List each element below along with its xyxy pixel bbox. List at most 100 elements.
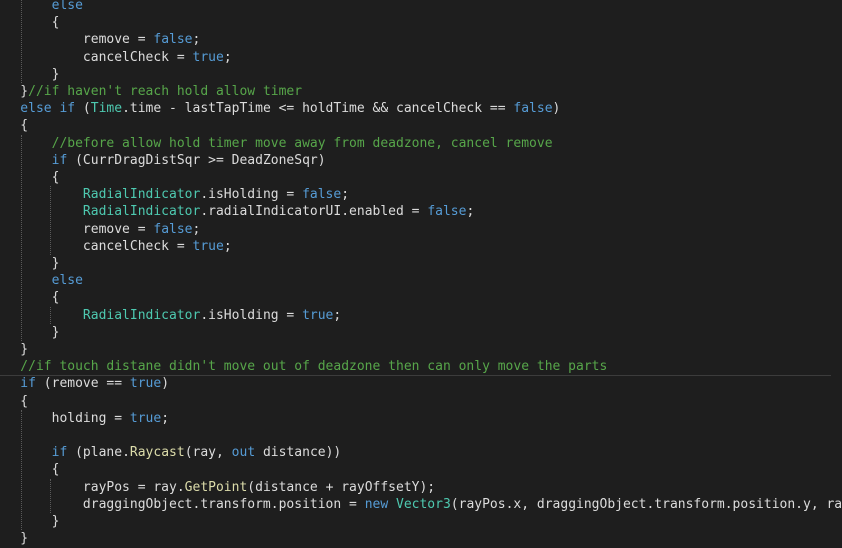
- code-token: if: [20, 376, 36, 392]
- code-token: (CurrDragDistSqr >= DeadZoneSqr): [67, 152, 326, 168]
- code-token: ;: [223, 49, 232, 65]
- code-line[interactable]: {: [0, 169, 831, 186]
- code-line[interactable]: rayPos = ray.GetPoint(distance + rayOffs…: [0, 479, 831, 496]
- code-token: else: [51, 273, 83, 289]
- indent-guide: [20, 409, 22, 531]
- code-token: }: [20, 531, 29, 547]
- code-token: Time: [90, 101, 123, 117]
- code-token: ;: [341, 187, 350, 203]
- code-token: RadialIndicator: [0, 187, 201, 203]
- code-token: {: [51, 290, 60, 306]
- code-line[interactable]: {: [0, 117, 831, 134]
- code-token: false: [513, 101, 553, 117]
- code-token: {: [51, 170, 60, 185]
- code-line[interactable]: RadialIndicator.isHolding = false;: [0, 186, 831, 203]
- code-line[interactable]: {: [0, 461, 831, 478]
- code-token: out: [231, 445, 256, 461]
- code-token: (rayPos.x, draggingObject.transform.posi…: [450, 496, 842, 512]
- code-line[interactable]: {: [0, 289, 831, 306]
- code-line[interactable]: cancelCheck = true;: [0, 238, 831, 255]
- code-token: true: [192, 49, 224, 65]
- code-token: }: [20, 84, 29, 99]
- code-line[interactable]: if (remove == true): [0, 375, 831, 392]
- code-token: ;: [192, 221, 201, 237]
- code-token: if: [51, 152, 68, 168]
- code-line[interactable]: //before allow hold timer move away from…: [0, 135, 831, 152]
- code-line[interactable]: remove = false;: [0, 221, 831, 238]
- code-token: Raycast: [129, 445, 185, 461]
- code-line[interactable]: }//if haven't reach hold allow timer: [0, 83, 831, 100]
- code-token: false: [153, 221, 193, 237]
- code-token: ;: [192, 32, 201, 48]
- code-token: {: [51, 462, 60, 478]
- code-line[interactable]: RadialIndicator.isHolding = true;: [0, 307, 831, 324]
- code-token: GetPoint: [184, 479, 248, 495]
- code-token: rayPos = ray.: [0, 479, 185, 495]
- indent-guide: [20, 0, 22, 83]
- indent-guide: [49, 306, 51, 324]
- code-token: ): [552, 101, 561, 117]
- code-token: new: [364, 496, 389, 512]
- code-token: }: [51, 256, 60, 271]
- code-token: RadialIndicator: [0, 204, 201, 220]
- code-token: (: [75, 101, 91, 117]
- code-line[interactable]: {: [0, 14, 831, 31]
- code-token: if: [51, 445, 68, 461]
- code-token: remove =: [0, 221, 154, 237]
- code-line[interactable]: {: [0, 393, 831, 410]
- code-line[interactable]: }: [0, 530, 831, 547]
- indent-guide: [49, 186, 51, 255]
- code-line[interactable]: }: [0, 255, 831, 272]
- code-line[interactable]: else: [0, 272, 831, 289]
- code-token: true: [129, 376, 162, 392]
- code-line[interactable]: }: [0, 66, 831, 83]
- code-token: {: [20, 118, 29, 134]
- code-token: true: [129, 410, 162, 426]
- code-token: else: [51, 0, 83, 13]
- code-line[interactable]: RadialIndicator.radialIndicatorUI.enable…: [0, 203, 831, 220]
- code-line[interactable]: remove = false;: [0, 31, 831, 48]
- code-token: cancelCheck =: [0, 49, 193, 65]
- code-line[interactable]: holding = true;: [0, 410, 831, 427]
- code-token: {: [51, 15, 60, 31]
- code-token: true: [192, 238, 224, 254]
- code-token: //if haven't reach hold allow timer: [28, 84, 303, 99]
- code-token: (ray,: [184, 445, 232, 461]
- code-token: .time - lastTapTime <= holdTime && cance…: [122, 101, 514, 117]
- code-line[interactable]: if (CurrDragDistSqr >= DeadZoneSqr): [0, 152, 831, 169]
- code-token: {: [20, 393, 29, 409]
- code-token: distance)): [255, 445, 342, 461]
- code-line[interactable]: }: [0, 341, 831, 358]
- code-line[interactable]: else: [0, 0, 831, 14]
- code-line[interactable]: else if (Time.time - lastTapTime <= hold…: [0, 100, 831, 117]
- code-token: //before allow hold timer move away from…: [0, 135, 553, 151]
- indent-guide: [20, 134, 22, 341]
- code-line[interactable]: draggingObject.transform.position = new …: [0, 496, 842, 513]
- code-line[interactable]: }: [0, 513, 831, 530]
- code-token: (plane.: [67, 445, 130, 461]
- code-token: }: [51, 514, 60, 529]
- code-token: }: [20, 342, 29, 357]
- code-line[interactable]: [0, 427, 831, 444]
- code-token: draggingObject.transform.position =: [0, 496, 365, 512]
- code-token: false: [153, 32, 193, 48]
- code-line[interactable]: cancelCheck = true;: [0, 49, 831, 66]
- code-line[interactable]: //if touch distane didn't move out of de…: [0, 358, 831, 377]
- code-token: (remove ==: [35, 376, 130, 392]
- code-token: else if: [20, 101, 76, 117]
- code-token: ;: [161, 410, 170, 426]
- code-token: .isHolding =: [200, 187, 303, 203]
- code-token: false: [302, 187, 342, 203]
- code-line[interactable]: if (plane.Raycast(ray, out distance)): [0, 444, 831, 461]
- code-editor[interactable]: else { remove = false; cancelCheck = tru…: [0, 0, 842, 548]
- code-token: ;: [466, 204, 475, 220]
- code-token: (distance + rayOffsetY);: [247, 479, 436, 495]
- code-token: .isHolding =: [200, 307, 303, 323]
- code-token: }: [51, 324, 60, 340]
- code-token: true: [302, 307, 334, 323]
- code-token: RadialIndicator: [0, 307, 201, 323]
- code-line[interactable]: }: [0, 324, 831, 341]
- code-token: .radialIndicatorUI.enabled =: [200, 204, 428, 220]
- code-token: }: [51, 66, 60, 82]
